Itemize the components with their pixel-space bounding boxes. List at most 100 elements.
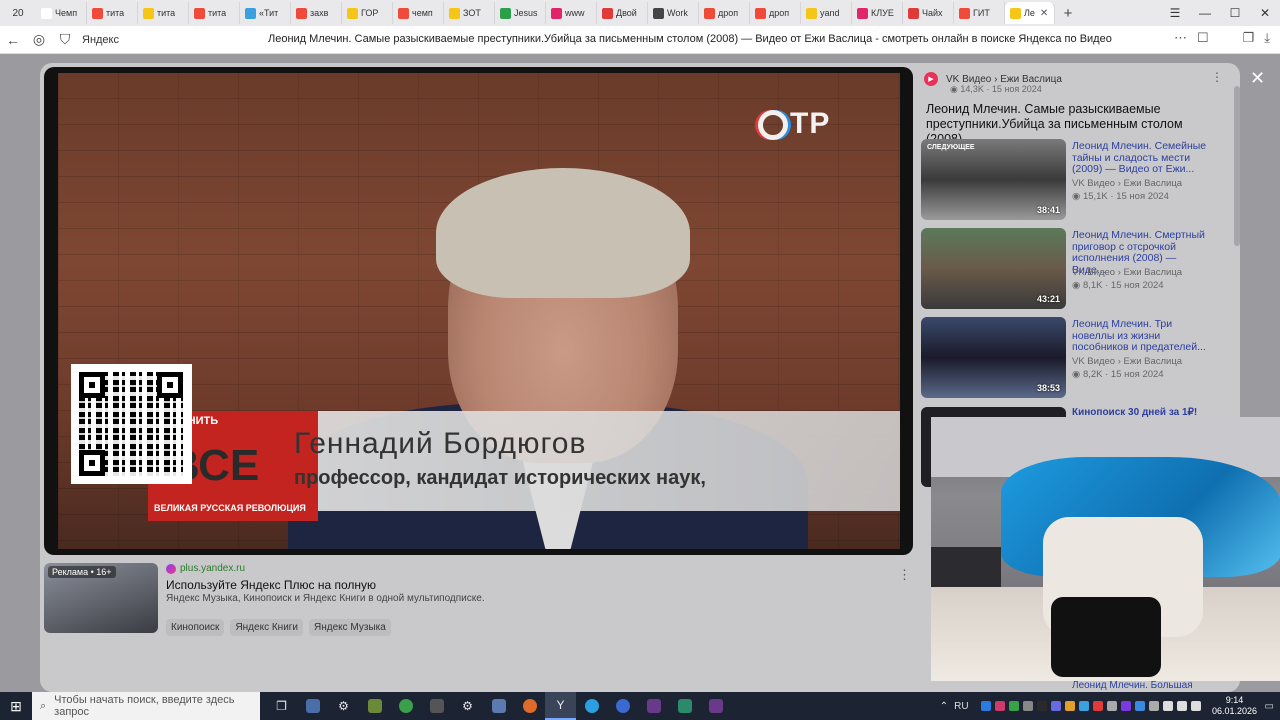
tab-favicon-icon	[92, 7, 103, 19]
video-meta: ◉ 14,3K · 15 ноя 2024	[950, 84, 1042, 94]
browser-tab[interactable]: Ле ✕	[1005, 2, 1055, 24]
tray-icons[interactable]	[980, 701, 1201, 711]
collections-icon[interactable]: ❐	[1243, 30, 1255, 46]
minecraft-icon[interactable]	[359, 692, 390, 720]
new-tab-button[interactable]: +	[1055, 5, 1081, 22]
browser-tab[interactable]: Jesus	[495, 2, 546, 24]
related-title[interactable]: Леонид Млечин. Три новеллы из жизни посо…	[1072, 318, 1210, 354]
next-label: СЛЕДУЮЩЕЕ	[927, 144, 975, 151]
tab-label: дроп	[769, 8, 790, 18]
page-title[interactable]: Леонид Млечин. Самые разыскиваемые прест…	[268, 33, 1112, 45]
minimize-icon[interactable]: —	[1190, 6, 1220, 20]
browser-tab[interactable]: Чемп	[36, 2, 87, 24]
tab-label: yand	[820, 8, 840, 18]
browser-tab[interactable]: тита	[138, 2, 189, 24]
tab-label: ГОР	[361, 8, 379, 18]
related-video[interactable]: 38:53 Леонид Млечин. Три новеллы из жизни…	[920, 317, 1230, 399]
tab-favicon-icon	[194, 7, 205, 19]
source-link[interactable]: VK Видео › Ежи Васлица	[946, 74, 1062, 85]
browser-tab[interactable]: чемп	[393, 2, 444, 24]
app-icon-2[interactable]	[390, 692, 421, 720]
related-thumbnail[interactable]: СЛЕДУЮЩЕЕ 38:41	[921, 139, 1066, 220]
tab-label: КЛУЕ	[871, 8, 894, 18]
firefox-icon[interactable]	[514, 692, 545, 720]
notification-icon[interactable]: ▭	[1265, 701, 1274, 712]
browser-tab[interactable]: www	[546, 2, 597, 24]
browser-tab[interactable]: КЛУЕ	[852, 2, 903, 24]
ad-menu-icon[interactable]: ⋮	[898, 567, 911, 583]
browser-tab[interactable]: yand	[801, 2, 852, 24]
browser-tab[interactable]: Двой	[597, 2, 648, 24]
browser-tab[interactable]: Чайх	[903, 2, 954, 24]
ad-tag[interactable]: Яндекс Книги	[230, 619, 304, 636]
related-video[interactable]: 43:21 Леонид Млечин. Смертный приговор с …	[920, 228, 1230, 310]
taskbar-search[interactable]: ⌕ Чтобы начать поиск, введите здесь запр…	[32, 692, 260, 720]
browser-tab[interactable]: тита	[87, 2, 138, 24]
close-icon[interactable]: ✕	[1250, 68, 1265, 89]
sidebar-scrollbar[interactable]	[1234, 86, 1240, 246]
related-title-partial[interactable]: Леонид Млечин. Большая	[1072, 680, 1193, 691]
related-thumbnail[interactable]: 38:53	[921, 317, 1066, 398]
windows-start-icon[interactable]: ⊞	[0, 698, 32, 715]
related-source[interactable]: VK Видео › Ежи Васлица	[1072, 267, 1182, 278]
related-video[interactable]: СЛЕДУЮЩЕЕ 38:41 Леонид Млечин. Семейные та…	[920, 139, 1230, 221]
tray-expand-icon[interactable]: ⌃	[940, 701, 948, 712]
tab-favicon-icon	[755, 7, 766, 19]
back-icon[interactable]: ←	[0, 32, 26, 48]
tab-close-icon[interactable]: ✕	[1038, 8, 1048, 19]
tab-favicon-icon	[347, 7, 358, 19]
settings-icon[interactable]: ⚙	[452, 692, 483, 720]
browser-tab[interactable]: Work	[648, 2, 699, 24]
browser-tab[interactable]: захв	[291, 2, 342, 24]
browser-tab[interactable]: «Тит	[240, 2, 291, 24]
task-view-icon[interactable]: ❐	[266, 692, 297, 720]
chatgpt-icon[interactable]: ⚙	[328, 692, 359, 720]
download-icon[interactable]: ⤓	[1264, 30, 1270, 46]
tab-favicon-icon	[653, 7, 664, 19]
app-icon-6[interactable]	[638, 692, 669, 720]
language-indicator[interactable]: RU	[954, 701, 968, 712]
ad-thumbnail[interactable]: Реклама • 16+	[44, 563, 158, 633]
bookmark-icon[interactable]: ☐	[1197, 30, 1209, 46]
sidebar-menu-icon[interactable]: ⋮	[1211, 70, 1223, 84]
tab-favicon-icon	[1010, 7, 1021, 19]
protect-icon[interactable]: ◎	[26, 31, 52, 48]
app-icon-4[interactable]	[483, 692, 514, 720]
app-icon-1[interactable]	[297, 692, 328, 720]
duration-badge: 38:53	[1036, 383, 1060, 393]
app-icon-3[interactable]	[421, 692, 452, 720]
window-controls: ☰ — ☐ ✕	[1160, 0, 1280, 26]
app-icon-5[interactable]	[607, 692, 638, 720]
clock[interactable]: 9:14 06.01.2026	[1211, 695, 1259, 717]
shield-icon[interactable]: ⛉	[52, 31, 78, 48]
ad-block[interactable]: Реклама • 16+ plus.yandex.ru Используйте…	[44, 562, 914, 642]
telegram-icon[interactable]	[576, 692, 607, 720]
related-source[interactable]: VK Видео › Ежи Васлица	[1072, 356, 1182, 367]
related-title[interactable]: Леонид Млечин. Семейные тайны и сладость…	[1072, 140, 1210, 176]
tab-count[interactable]: 20	[0, 8, 36, 19]
browser-tab[interactable]: тита	[189, 2, 240, 24]
ad-domain[interactable]: plus.yandex.ru	[166, 563, 245, 574]
ad-tag[interactable]: Яндекс Музыка	[309, 619, 391, 636]
browser-tab[interactable]: ГОР	[342, 2, 393, 24]
menu-icon[interactable]: ☰	[1160, 6, 1190, 20]
more-icon[interactable]: ⋯	[1174, 30, 1187, 46]
browser-tab[interactable]: ГИТ	[954, 2, 1005, 24]
close-window-icon[interactable]: ✕	[1250, 6, 1280, 20]
related-source[interactable]: VK Видео › Ежи Васлица	[1072, 178, 1182, 189]
ad-tag[interactable]: Кинопоиск	[166, 619, 225, 636]
browser-tab[interactable]: ЗОТ	[444, 2, 495, 24]
app-icon-8[interactable]	[700, 692, 731, 720]
tab-favicon-icon	[449, 7, 460, 19]
yandex-browser-icon[interactable]: Y	[545, 692, 576, 720]
app-icon-7[interactable]	[669, 692, 700, 720]
ad-title[interactable]: Используйте Яндекс Плюс на полную	[166, 578, 376, 592]
tab-label: Чемп	[55, 8, 78, 18]
search-icon: ⌕	[40, 699, 47, 712]
browser-tab[interactable]: дроп	[699, 2, 750, 24]
site-name[interactable]: Яндекс	[82, 34, 202, 46]
maximize-icon[interactable]: ☐	[1220, 6, 1250, 20]
tab-favicon-icon	[806, 7, 817, 19]
browser-tab[interactable]: дроп	[750, 2, 801, 24]
related-thumbnail[interactable]: 43:21	[921, 228, 1066, 309]
